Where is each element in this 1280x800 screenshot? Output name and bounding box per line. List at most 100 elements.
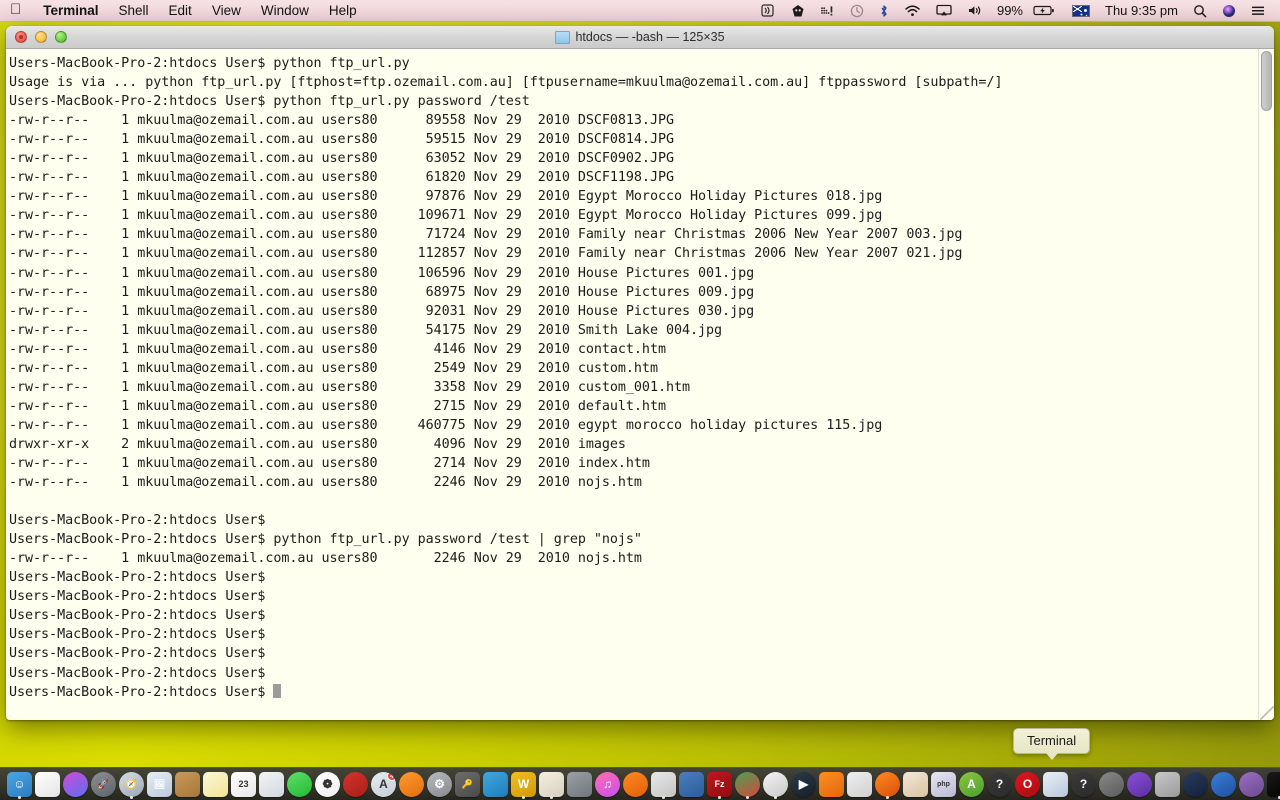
dock-item-calendar[interactable]: 23 — [230, 769, 257, 799]
menu-item-window[interactable]: Window — [251, 0, 319, 22]
dock-item-android-studio[interactable]: A — [958, 769, 985, 799]
terminal-window[interactable]: htdocs — -bash — 125×35 Users-MacBook-Pr… — [6, 26, 1274, 720]
dock-item-itunes[interactable]: ♫ — [594, 769, 621, 799]
dock-item-finder[interactable]: ☺ — [6, 769, 33, 799]
dock-item-paint-app[interactable] — [538, 769, 565, 799]
dock-item-system-preferences[interactable]: ⚙ — [426, 769, 453, 799]
sequel-pro-icon — [1211, 771, 1236, 797]
dock-item-chrome[interactable] — [734, 769, 761, 799]
window-title-area: htdocs — -bash — 125×35 — [6, 30, 1274, 44]
terminal-output[interactable]: Users-MacBook-Pro-2:htdocs User$ python … — [6, 49, 1258, 720]
dock-item-ibooks[interactable] — [398, 769, 425, 799]
dock-item-siri[interactable] — [62, 769, 89, 799]
terminal-icon — [1267, 771, 1280, 797]
wifi-icon[interactable] — [897, 0, 928, 22]
zoom-button[interactable] — [55, 31, 67, 43]
dock-item-globe-app[interactable] — [1182, 769, 1209, 799]
bluetooth-icon[interactable] — [872, 0, 896, 22]
menu-item-shell[interactable]: Shell — [109, 0, 159, 22]
dock-item-bucket[interactable] — [482, 769, 509, 799]
dock-item-github[interactable] — [1238, 769, 1265, 799]
dock-item-sequel-pro[interactable] — [1210, 769, 1237, 799]
time-machine-icon[interactable] — [843, 0, 871, 22]
dock-item-document[interactable] — [34, 769, 61, 799]
terminal-line: Users-MacBook-Pro-2:htdocs User$ — [9, 513, 266, 529]
battery-icon[interactable] — [1026, 0, 1064, 22]
dock-item-screens[interactable] — [678, 769, 705, 799]
dock-item-keychain[interactable]: 🔑 — [454, 769, 481, 799]
paint-app-icon — [539, 771, 564, 797]
dock-item-launchpad[interactable]: 🚀 — [90, 769, 117, 799]
menu-item-help[interactable]: Help — [319, 0, 367, 22]
dock-item-php[interactable]: php — [930, 769, 957, 799]
scrollbar-thumb[interactable] — [1261, 51, 1272, 111]
battery-percent-label[interactable]: 99% — [990, 0, 1025, 22]
dock-item-photos[interactable]: ❁ — [314, 769, 341, 799]
notification-center-icon[interactable] — [1244, 0, 1272, 22]
spotlight-search-icon[interactable] — [1186, 0, 1214, 22]
dock-item-vlc[interactable] — [818, 769, 845, 799]
dock-item-utility-app[interactable] — [650, 769, 677, 799]
terminal-line: -rw-r--r-- 1 mkuulma@ozemail.com.au user… — [9, 189, 883, 205]
github-icon — [1239, 771, 1264, 797]
window-resize-grip[interactable] — [1260, 706, 1274, 720]
dock-item-folder[interactable] — [174, 769, 201, 799]
dock-item-app-store-tools[interactable] — [258, 769, 285, 799]
ibooks-icon — [399, 771, 424, 797]
siri-icon[interactable] — [1215, 0, 1243, 22]
terminal-cursor — [273, 683, 282, 698]
terminal-scrollbar[interactable] — [1258, 49, 1274, 720]
apple-logo-icon[interactable]:  — [10, 2, 21, 17]
terminal-body[interactable]: Users-MacBook-Pro-2:htdocs User$ python … — [6, 49, 1274, 720]
dock-item-messages[interactable] — [286, 769, 313, 799]
dock-item-avast[interactable] — [622, 769, 649, 799]
menu-item-view[interactable]: View — [202, 0, 251, 22]
dock-item-help[interactable]: ? — [986, 769, 1013, 799]
dock-item-terminal[interactable] — [1266, 769, 1280, 799]
dock-item-quicktime[interactable]: ▶ — [790, 769, 817, 799]
dock-item-visual-studio[interactable] — [1126, 769, 1153, 799]
terminal-line: -rw-r--r-- 1 mkuulma@ozemail.com.au user… — [9, 303, 755, 319]
dock-item-contacts[interactable] — [902, 769, 929, 799]
dock-tooltip-label: Terminal — [1027, 733, 1077, 748]
dock-item-spider-app[interactable] — [1098, 769, 1125, 799]
dots-icon[interactable] — [813, 0, 842, 22]
dock-item-red-app[interactable] — [342, 769, 369, 799]
keychain-glyph: 🔑 — [461, 778, 474, 789]
volume-icon[interactable] — [960, 0, 989, 22]
terminal-line: Users-MacBook-Pro-2:htdocs User$ — [9, 627, 266, 643]
dock-item-app-store[interactable]: A4 — [370, 769, 397, 799]
menu-item-edit[interactable]: Edit — [159, 0, 202, 22]
document-icon — [35, 771, 60, 797]
help-2-icon: ? — [1071, 771, 1096, 797]
dock-item-wordpress[interactable]: W — [510, 769, 537, 799]
avast-icon[interactable] — [784, 0, 812, 22]
dock-item-virtualbox[interactable] — [1042, 769, 1069, 799]
help-glyph: ? — [995, 777, 1004, 791]
airplay-audio-icon[interactable] — [754, 0, 783, 22]
dock-item-radio[interactable] — [566, 769, 593, 799]
dock-item-firefox[interactable] — [874, 769, 901, 799]
avast-icon — [623, 771, 648, 797]
terminal-line: -rw-r--r-- 1 mkuulma@ozemail.com.au user… — [9, 398, 666, 414]
flag-australia-icon[interactable] — [1065, 0, 1097, 22]
close-button[interactable] — [15, 31, 27, 43]
minimize-button[interactable] — [35, 31, 47, 43]
clock-label[interactable]: Thu 9:35 pm — [1098, 0, 1185, 22]
menu-item-terminal[interactable]: Terminal — [33, 0, 108, 22]
dock-item-safari[interactable]: 🧭 — [118, 769, 145, 799]
dock-item-opera[interactable]: O — [1014, 769, 1041, 799]
dock-item-ghost-app[interactable] — [762, 769, 789, 799]
dock-item-help-2[interactable]: ? — [1070, 769, 1097, 799]
airplay-display-icon[interactable] — [929, 0, 959, 22]
dock[interactable]: ☺ 🚀 🧭 🖼 23 ❁ A 4 ⚙ 🔑 W ♫ Fz ▶ php A? O? — [0, 767, 1280, 800]
dock-item-preview[interactable]: 🖼 — [146, 769, 173, 799]
dock-item-virtualbox-box[interactable] — [846, 769, 873, 799]
window-titlebar[interactable]: htdocs — -bash — 125×35 — [6, 26, 1274, 49]
terminal-line: Users-MacBook-Pro-2:htdocs User$ python … — [9, 56, 410, 71]
dock-item-notes[interactable] — [202, 769, 229, 799]
dock-item-scanner[interactable] — [1154, 769, 1181, 799]
dock-item-filezilla[interactable]: Fz — [706, 769, 733, 799]
itunes-glyph: ♫ — [603, 777, 612, 791]
